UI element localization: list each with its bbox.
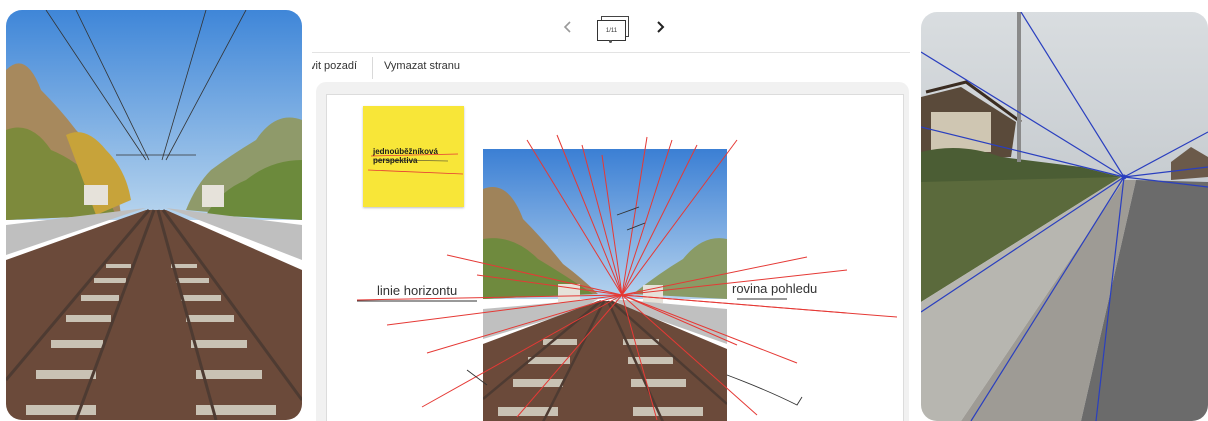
previous-page-button[interactable] — [555, 14, 581, 40]
page-overview-button[interactable]: 1/11 — [595, 16, 631, 43]
whiteboard-page[interactable]: jednoúběžníková perspektiva linie horizo… — [326, 94, 904, 421]
page-indicator: 1/11 — [605, 27, 618, 34]
set-background-button[interactable]: vit pozadí — [312, 60, 357, 72]
clear-page-button[interactable]: Vymazat stranu — [384, 60, 460, 72]
view-plane-label[interactable]: rovina pohledu — [732, 281, 817, 296]
canvas-area: jednoúběžníková perspektiva linie horizo… — [316, 82, 909, 421]
horizon-line-label[interactable]: linie horizontu — [377, 283, 457, 298]
whiteboard-app: 1/11 vit pozadí Vymazat stranu jednoúběž… — [312, 0, 910, 421]
street-perspective-photo-card[interactable] — [921, 12, 1208, 421]
railway-photo — [6, 10, 302, 420]
railway-photo-card[interactable] — [6, 10, 302, 420]
next-page-button[interactable] — [647, 14, 673, 40]
toolbar-divider — [372, 57, 373, 79]
toolbar: vit pozadí Vymazat stranu — [312, 53, 910, 81]
sticky-underline-ink — [367, 153, 464, 175]
chevron-right-icon — [657, 21, 665, 33]
sticky-note[interactable]: jednoúběžníková perspektiva — [363, 106, 464, 207]
chevron-left-icon — [563, 21, 571, 33]
page-navigation: 1/11 — [312, 0, 910, 53]
embedded-railway-photo[interactable] — [483, 149, 727, 421]
street-perspective-photo — [921, 12, 1208, 421]
railway-photo — [483, 149, 727, 421]
